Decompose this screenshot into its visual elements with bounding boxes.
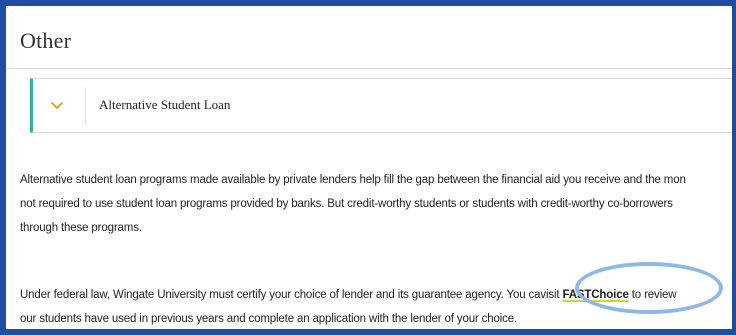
fastchoice-link[interactable]: FASTChoice (562, 289, 628, 301)
screenshot-frame: Other Alternative Student Loan Alternati… (0, 0, 736, 335)
paragraph-line: Under federal law, Wingate University mu… (20, 283, 677, 307)
paragraph-alternative-loans: Alternative student loan programs made a… (20, 168, 686, 240)
chevron-down-icon[interactable] (48, 97, 66, 115)
paragraph-line: our students have used in previous years… (20, 313, 518, 325)
paragraph-text: to review (628, 289, 677, 301)
paragraph-federal-law: Under federal law, Wingate University mu… (20, 283, 677, 329)
section-divider (6, 68, 732, 69)
paragraph-line: through these programs. (20, 222, 142, 234)
visit-text: visit (540, 289, 563, 301)
accordion-label: Alternative Student Loan (99, 97, 231, 112)
section-heading: Other (20, 28, 72, 53)
accordion-separator (85, 87, 86, 125)
paragraph-line: not required to use student loan program… (20, 198, 673, 210)
paragraph-text: Under federal law, Wingate University mu… (20, 289, 541, 301)
paragraph-line: Alternative student loan programs made a… (20, 174, 686, 186)
accordion-alternative-student-loan[interactable]: Alternative Student Loan (30, 78, 732, 133)
